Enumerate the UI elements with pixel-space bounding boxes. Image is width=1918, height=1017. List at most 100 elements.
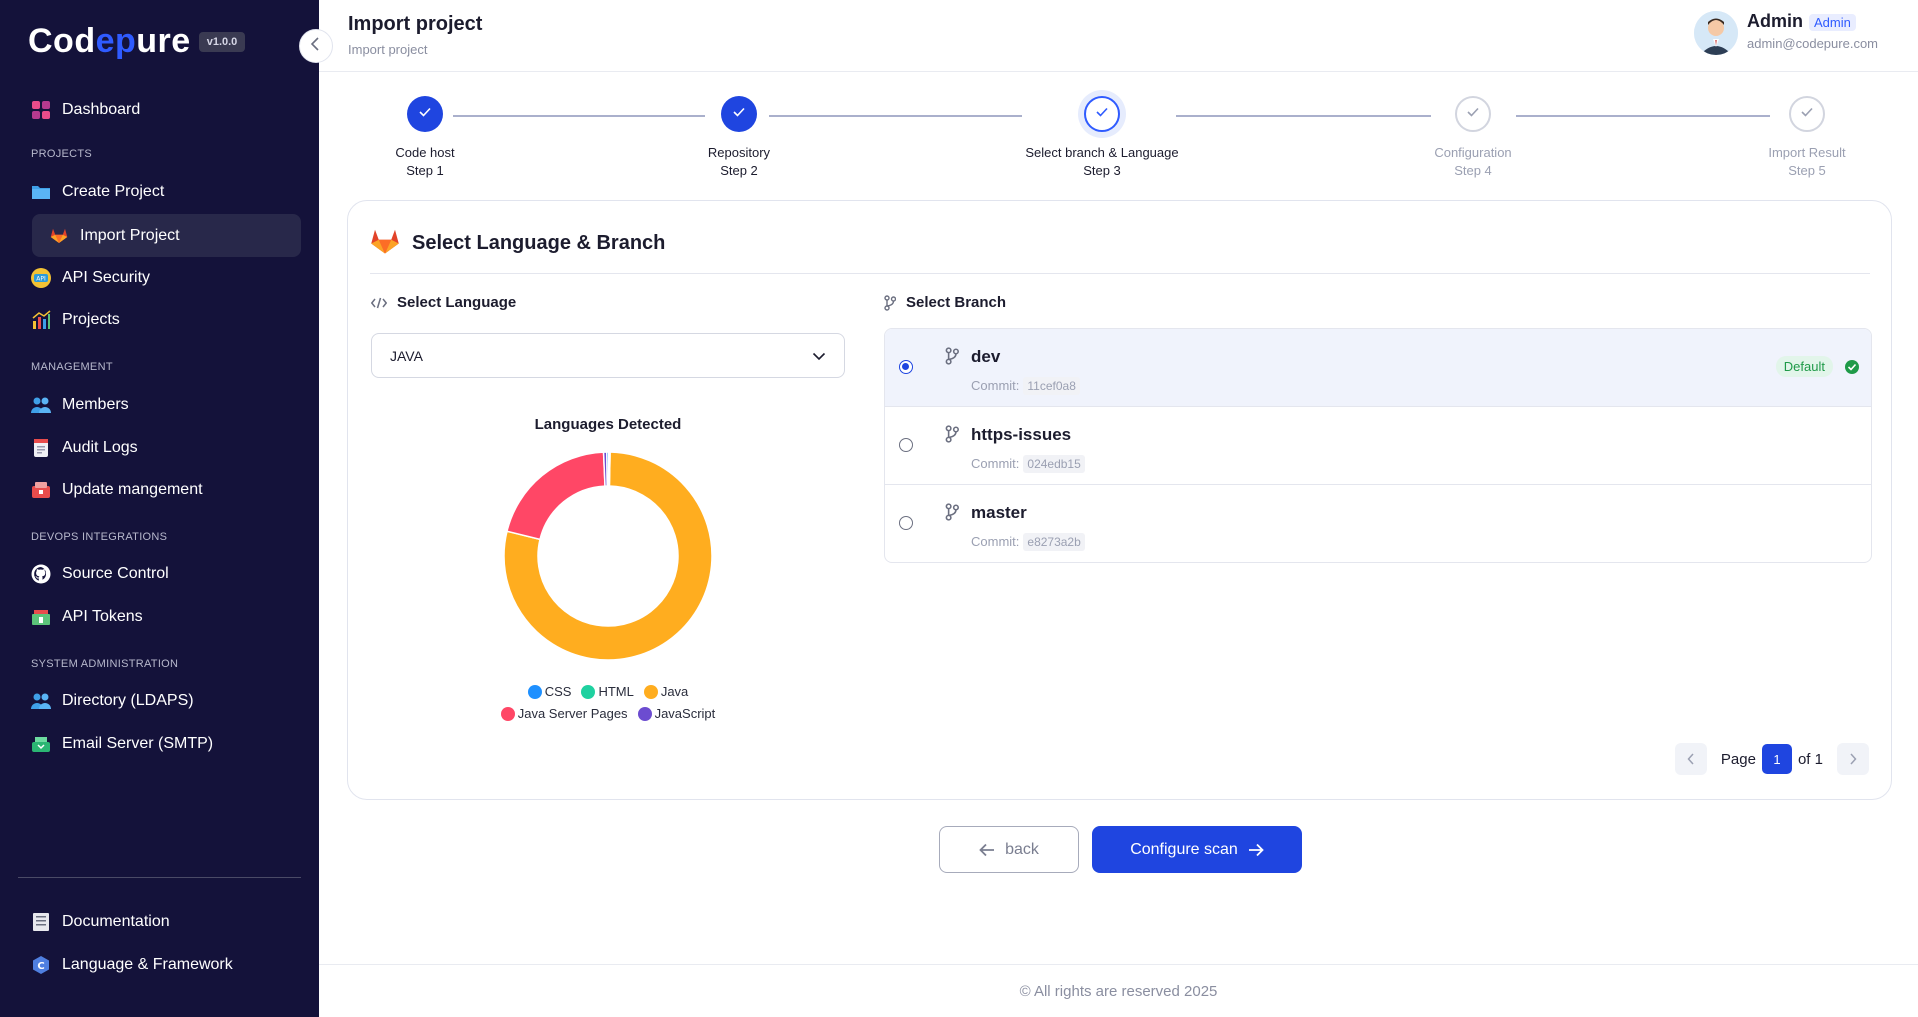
code-icon (371, 297, 387, 309)
user-menu[interactable]: Admin Admin admin@codepure.com (1694, 11, 1878, 55)
chevron-left-icon (310, 36, 322, 56)
back-button[interactable]: back (939, 826, 1079, 873)
step-connector (453, 115, 705, 117)
brand-logo[interactable]: Codepure v1.0.0 (28, 22, 246, 61)
branch-radio[interactable] (899, 516, 913, 530)
breadcrumb: Import project (348, 42, 428, 57)
branch-radio[interactable] (899, 438, 913, 452)
members-icon (30, 394, 52, 416)
sidebar-item-label: Members (62, 396, 129, 413)
card-divider (370, 273, 1870, 274)
language-select[interactable]: JAVA (371, 333, 845, 378)
copyright-text: © All rights are reserved 2025 (1019, 982, 1218, 1000)
section-system-administration: SYSTEM ADMINISTRATION (31, 658, 179, 670)
page-label: Page (1720, 750, 1756, 768)
github-icon (30, 563, 52, 585)
step-1-indicator[interactable] (407, 96, 443, 132)
legend-item-css[interactable]: CSS (527, 684, 571, 699)
prev-page-button[interactable] (1674, 743, 1707, 775)
update-icon (30, 479, 52, 501)
step-connector (1516, 115, 1770, 117)
card-header: Select Language & Branch (370, 227, 665, 260)
step-1-label: Code host Step 1 (395, 145, 455, 178)
sidebar-item-label: Source Control (62, 565, 169, 582)
step-3-indicator[interactable] (1084, 96, 1120, 132)
donut-slice-html[interactable] (607, 451, 611, 487)
legend-swatch (643, 684, 658, 699)
branch-radio[interactable] (899, 360, 913, 374)
step-5-indicator[interactable] (1789, 96, 1825, 132)
check-icon (418, 105, 432, 124)
sidebar-item-import-project[interactable]: Import Project (32, 214, 301, 257)
step-connector (769, 115, 1022, 117)
commit-info: Commit: 024edb15 (971, 455, 1085, 473)
email-server-icon (30, 733, 52, 755)
svg-text:API: API (36, 276, 46, 283)
step-2-label: Repository Step 2 (707, 145, 771, 178)
import-stepper: Code host Step 1 Repository Step 2 Select … (319, 90, 1918, 190)
chart-title: Languages Detected (534, 416, 682, 433)
sidebar-item-api-tokens[interactable]: API Tokens (30, 603, 143, 631)
section-management: MANAGEMENT (31, 361, 113, 373)
bar-chart-icon (30, 309, 52, 331)
default-badge: Default (1775, 356, 1833, 377)
sidebar-item-source-control[interactable]: Source Control (30, 560, 169, 588)
sidebar-item-label: API Tokens (62, 608, 143, 625)
sidebar-item-label: Dashboard (62, 101, 141, 118)
next-page-button[interactable] (1837, 743, 1869, 775)
sidebar-collapse-button[interactable] (299, 29, 333, 63)
step-4-indicator[interactable] (1455, 96, 1491, 132)
branch-row-master[interactable]: master Commit: e8273a2b (885, 485, 1871, 562)
gitlab-icon (370, 227, 400, 260)
sidebar-item-email-server[interactable]: Email Server (SMTP) (30, 730, 213, 758)
legend-swatch (637, 706, 652, 721)
dashboard-icon (30, 99, 52, 121)
legend-item-javascript[interactable]: JavaScript (637, 706, 715, 721)
git-branch-icon (884, 294, 896, 311)
sidebar-item-label: Import Project (80, 226, 180, 244)
sidebar-item-label: Directory (LDAPS) (62, 692, 194, 709)
configure-scan-button[interactable]: Configure scan (1092, 826, 1302, 873)
sidebar-item-language-framework[interactable]: C Language & Framework (30, 951, 233, 979)
role-badge: Admin (1809, 14, 1856, 32)
branch-row-dev[interactable]: dev Commit: 11cef0a8 Default (885, 329, 1871, 407)
languages-donut-chart (503, 451, 713, 661)
folder-icon (30, 181, 52, 203)
donut-slice-java-server-pages[interactable] (506, 451, 606, 541)
branch-row-https-issues[interactable]: https-issues Commit: 024edb15 (885, 407, 1871, 485)
sidebar-item-members[interactable]: Members (30, 391, 129, 419)
user-email: admin@codepure.com (1747, 36, 1878, 51)
step-connector (1176, 115, 1431, 117)
step-5-label: Import Result Step 5 (1768, 145, 1846, 178)
sidebar-item-directory-ldaps[interactable]: Directory (LDAPS) (30, 687, 194, 715)
sidebar-item-dashboard[interactable]: Dashboard (30, 96, 140, 124)
pagination: Page 1 of 1 (1674, 743, 1869, 775)
legend-item-html[interactable]: HTML (581, 684, 634, 699)
sidebar-item-create-project[interactable]: Create Project (30, 178, 164, 206)
logo-text: Codepure (28, 22, 191, 60)
sidebar-item-documentation[interactable]: Documentation (30, 908, 170, 936)
sidebar-item-label: Documentation (62, 913, 170, 930)
sidebar-item-projects[interactable]: Projects (30, 306, 120, 334)
sidebar-item-audit-logs[interactable]: Audit Logs (30, 434, 138, 462)
chevron-down-icon (812, 348, 826, 364)
step-2-indicator[interactable] (721, 96, 757, 132)
audit-log-icon (30, 437, 52, 459)
legend-item-jsp[interactable]: Java Server Pages (500, 706, 628, 721)
gitlab-icon (48, 225, 70, 247)
commit-hash: 11cef0a8 (1023, 377, 1080, 395)
legend-swatch (527, 684, 542, 699)
sidebar-item-update-management[interactable]: Update mangement (30, 476, 203, 504)
chart-legend-row-2: Java Server Pages JavaScript (371, 706, 845, 721)
api-security-icon: API (30, 267, 52, 289)
svg-text:C: C (37, 961, 44, 972)
legend-item-java[interactable]: Java (643, 684, 688, 699)
branch-name: master (971, 503, 1027, 522)
sidebar-item-label: Create Project (62, 183, 165, 200)
avatar (1694, 11, 1739, 55)
sidebar-item-api-security[interactable]: API API Security (30, 264, 150, 292)
current-page-button[interactable]: 1 (1761, 744, 1792, 774)
check-icon (1095, 105, 1109, 124)
check-icon (1466, 105, 1480, 124)
git-branch-icon (945, 425, 959, 448)
